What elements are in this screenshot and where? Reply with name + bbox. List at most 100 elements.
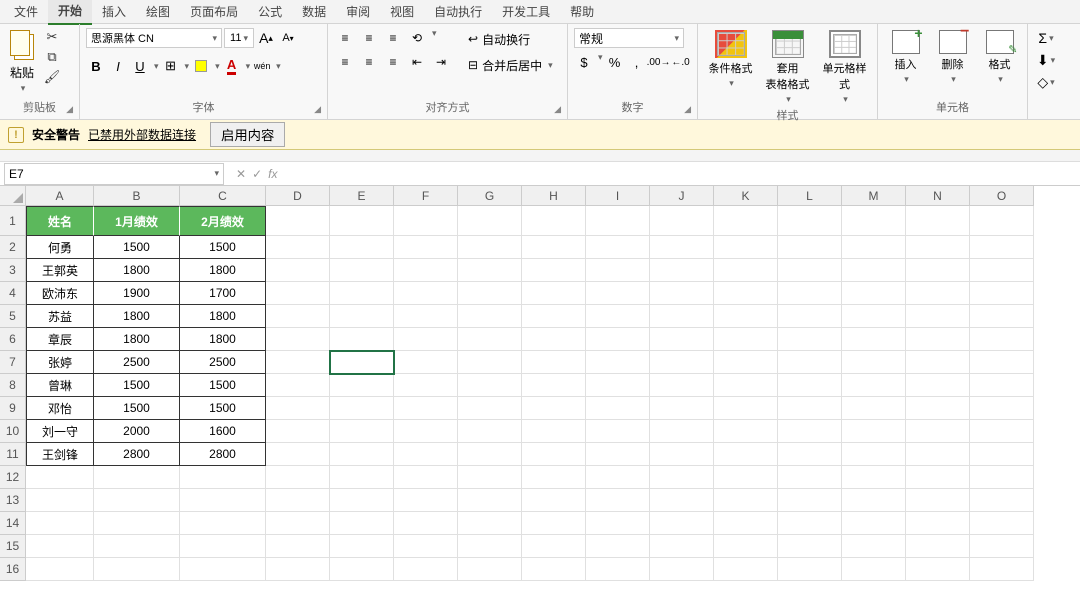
column-header-L[interactable]: L bbox=[778, 186, 842, 206]
cell-L15[interactable] bbox=[778, 535, 842, 558]
cell-C15[interactable] bbox=[180, 535, 266, 558]
cell-F13[interactable] bbox=[394, 489, 458, 512]
cell-K5[interactable] bbox=[714, 305, 778, 328]
cell-A4[interactable]: 欧沛东 bbox=[26, 282, 94, 305]
cell-J1[interactable] bbox=[650, 206, 714, 236]
cell-N16[interactable] bbox=[906, 558, 970, 581]
cell-E13[interactable] bbox=[330, 489, 394, 512]
cell-B9[interactable]: 1500 bbox=[94, 397, 180, 420]
menu-开发工具[interactable]: 开发工具 bbox=[492, 0, 560, 24]
cell-B11[interactable]: 2800 bbox=[94, 443, 180, 466]
cell-E2[interactable] bbox=[330, 236, 394, 259]
cell-G15[interactable] bbox=[458, 535, 522, 558]
cell-F10[interactable] bbox=[394, 420, 458, 443]
cell-G13[interactable] bbox=[458, 489, 522, 512]
cell-A1[interactable]: 姓名 bbox=[26, 206, 94, 236]
cell-M4[interactable] bbox=[842, 282, 906, 305]
cell-O12[interactable] bbox=[970, 466, 1034, 489]
cell-O15[interactable] bbox=[970, 535, 1034, 558]
merge-center-button[interactable]: ⊟合并后居中▾ bbox=[464, 54, 557, 76]
cell-H2[interactable] bbox=[522, 236, 586, 259]
cell-N11[interactable] bbox=[906, 443, 970, 466]
cell-E16[interactable] bbox=[330, 558, 394, 581]
cell-L14[interactable] bbox=[778, 512, 842, 535]
cell-M15[interactable] bbox=[842, 535, 906, 558]
fill-color-button[interactable] bbox=[191, 56, 211, 76]
menu-页面布局[interactable]: 页面布局 bbox=[180, 0, 248, 24]
cell-N13[interactable] bbox=[906, 489, 970, 512]
column-header-H[interactable]: H bbox=[522, 186, 586, 206]
cell-C5[interactable]: 1800 bbox=[180, 305, 266, 328]
cell-K9[interactable] bbox=[714, 397, 778, 420]
cell-I13[interactable] bbox=[586, 489, 650, 512]
cell-D5[interactable] bbox=[266, 305, 330, 328]
cell-N15[interactable] bbox=[906, 535, 970, 558]
cell-E12[interactable] bbox=[330, 466, 394, 489]
cell-I8[interactable] bbox=[586, 374, 650, 397]
cell-N12[interactable] bbox=[906, 466, 970, 489]
cell-K4[interactable] bbox=[714, 282, 778, 305]
format-as-table-button[interactable]: 套用 表格格式▾ bbox=[761, 28, 814, 107]
cell-L2[interactable] bbox=[778, 236, 842, 259]
cell-E15[interactable] bbox=[330, 535, 394, 558]
cell-D10[interactable] bbox=[266, 420, 330, 443]
cell-F14[interactable] bbox=[394, 512, 458, 535]
cell-B4[interactable]: 1900 bbox=[94, 282, 180, 305]
cell-C6[interactable]: 1800 bbox=[180, 328, 266, 351]
column-header-G[interactable]: G bbox=[458, 186, 522, 206]
cell-K6[interactable] bbox=[714, 328, 778, 351]
increase-indent-button[interactable]: ⇥ bbox=[430, 52, 452, 72]
cell-A16[interactable] bbox=[26, 558, 94, 581]
menu-文件[interactable]: 文件 bbox=[4, 0, 48, 24]
dialog-launcher-icon[interactable]: ◢ bbox=[314, 104, 321, 115]
cell-L10[interactable] bbox=[778, 420, 842, 443]
cell-N2[interactable] bbox=[906, 236, 970, 259]
cell-O2[interactable] bbox=[970, 236, 1034, 259]
row-header-15[interactable]: 15 bbox=[0, 535, 26, 558]
cell-O1[interactable] bbox=[970, 206, 1034, 236]
cell-E1[interactable] bbox=[330, 206, 394, 236]
menu-公式[interactable]: 公式 bbox=[248, 0, 292, 24]
dialog-launcher-icon[interactable]: ◢ bbox=[66, 104, 73, 115]
cell-A3[interactable]: 王郭英 bbox=[26, 259, 94, 282]
cell-F9[interactable] bbox=[394, 397, 458, 420]
font-color-button[interactable]: A bbox=[222, 56, 242, 76]
cell-D14[interactable] bbox=[266, 512, 330, 535]
cell-J6[interactable] bbox=[650, 328, 714, 351]
cell-M13[interactable] bbox=[842, 489, 906, 512]
cell-I15[interactable] bbox=[586, 535, 650, 558]
cell-H3[interactable] bbox=[522, 259, 586, 282]
dialog-launcher-icon[interactable]: ◢ bbox=[684, 104, 691, 115]
menu-数据[interactable]: 数据 bbox=[292, 0, 336, 24]
increase-font-button[interactable]: A▴ bbox=[256, 28, 276, 48]
cell-A14[interactable] bbox=[26, 512, 94, 535]
row-header-3[interactable]: 3 bbox=[0, 259, 26, 282]
menu-插入[interactable]: 插入 bbox=[92, 0, 136, 24]
row-header-8[interactable]: 8 bbox=[0, 374, 26, 397]
cell-J7[interactable] bbox=[650, 351, 714, 374]
phonetic-button[interactable]: wén bbox=[252, 56, 272, 76]
cell-B8[interactable]: 1500 bbox=[94, 374, 180, 397]
column-header-O[interactable]: O bbox=[970, 186, 1034, 206]
cell-D13[interactable] bbox=[266, 489, 330, 512]
cell-A2[interactable]: 何勇 bbox=[26, 236, 94, 259]
cell-G6[interactable] bbox=[458, 328, 522, 351]
cell-K16[interactable] bbox=[714, 558, 778, 581]
cell-F1[interactable] bbox=[394, 206, 458, 236]
cell-G4[interactable] bbox=[458, 282, 522, 305]
cell-H16[interactable] bbox=[522, 558, 586, 581]
cell-O5[interactable] bbox=[970, 305, 1034, 328]
cell-D2[interactable] bbox=[266, 236, 330, 259]
column-header-E[interactable]: E bbox=[330, 186, 394, 206]
cell-F16[interactable] bbox=[394, 558, 458, 581]
cell-O3[interactable] bbox=[970, 259, 1034, 282]
bold-button[interactable]: B bbox=[86, 56, 106, 76]
row-header-2[interactable]: 2 bbox=[0, 236, 26, 259]
cell-B2[interactable]: 1500 bbox=[94, 236, 180, 259]
cell-I1[interactable] bbox=[586, 206, 650, 236]
percent-format-button[interactable]: % bbox=[605, 52, 625, 72]
cell-A9[interactable]: 邓怡 bbox=[26, 397, 94, 420]
cell-K13[interactable] bbox=[714, 489, 778, 512]
clear-button[interactable]: ◇▾ bbox=[1034, 72, 1058, 92]
column-header-F[interactable]: F bbox=[394, 186, 458, 206]
